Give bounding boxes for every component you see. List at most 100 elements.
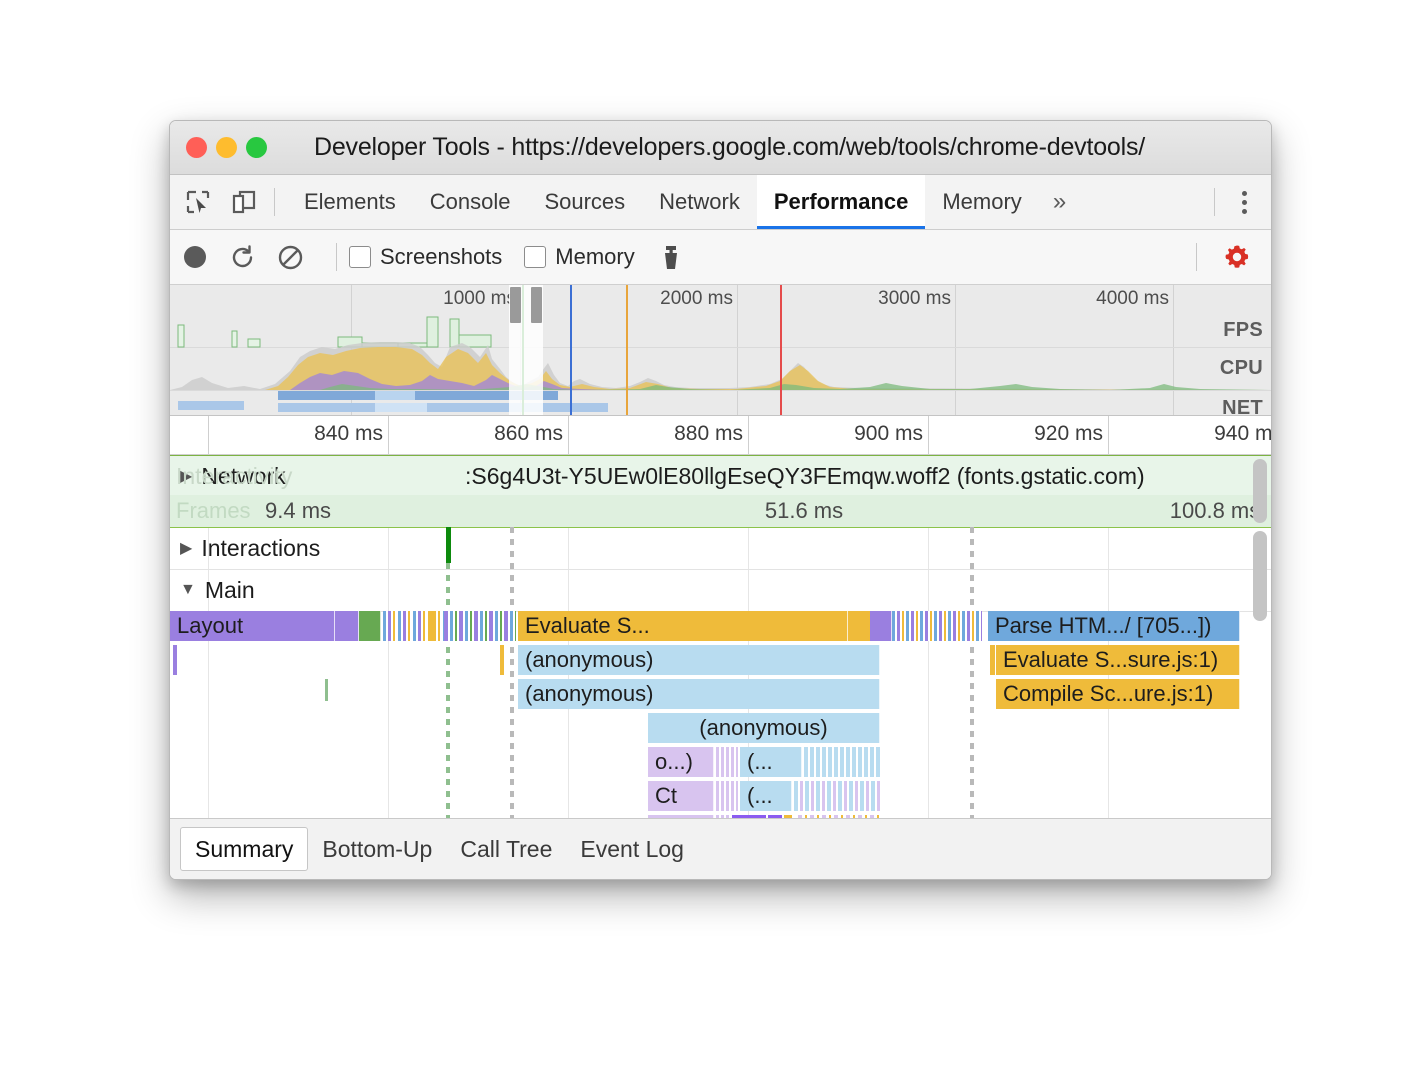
ruler-tick-label: 840 ms [314,422,383,446]
overview-selection-handle-left[interactable] [510,287,521,323]
interactions-group-header[interactable]: ▶ Interactions [170,527,1271,569]
tab-label: Console [430,189,511,215]
flame-bar-cluster[interactable] [444,611,516,641]
frame-cell[interactable]: Frames 9.4 ms [170,495,344,527]
flame-bar[interactable]: (... [740,747,802,777]
flame-bar[interactable] [990,645,995,675]
checkbox-box[interactable] [524,246,546,268]
frame-cell[interactable]: 51.6 ms [588,495,1022,527]
tab-performance[interactable]: Performance [757,175,926,229]
tab-label: Event Log [580,836,684,863]
ruler-tick: 840 ms [208,416,389,454]
frames-group-label: Frames [176,498,251,524]
timeline-tracks[interactable]: Interactivity ▶ Network :S6g4U3t-Y5UEw0l… [170,455,1271,845]
vertical-scrollbar-tracks[interactable] [1253,531,1267,621]
flame-bar[interactable]: (... [740,781,792,811]
track-main[interactable]: ▼ Main [170,569,1271,612]
flame-bar[interactable] [325,679,328,701]
track-frames[interactable]: Frames 9.4 ms 51.6 ms 100.8 ms [170,495,1271,528]
main-group-header[interactable]: ▼ Main [170,569,1271,611]
frame-duration: 9.4 ms [265,498,331,524]
tab-event-log[interactable]: Event Log [566,828,698,870]
panel-tabs: Elements Console Sources Network Perform… [287,175,1080,229]
tab-sources[interactable]: Sources [527,175,642,229]
tabbar-right-group [1202,184,1271,220]
flame-bar[interactable]: Ct [648,781,714,811]
event-marker-green [446,527,451,563]
chevron-right-icon[interactable]: ▶ [180,538,192,558]
ruler-tick: 940 ms [1108,416,1271,454]
flame-bar[interactable]: Evaluate S... [518,611,848,641]
checkbox-box[interactable] [349,246,371,268]
ruler-tick-label: 940 ms [1214,422,1271,446]
device-toolbar-icon[interactable] [226,184,262,220]
flame-bar[interactable] [173,645,177,675]
tab-elements[interactable]: Elements [287,175,413,229]
flame-bar[interactable]: Compile Sc...ure.js:1) [996,679,1240,709]
overview-selection-handle-right[interactable] [531,287,542,323]
lane-label-fps: FPS [1223,319,1263,342]
devtools-tabbar: Elements Console Sources Network Perform… [170,175,1271,230]
tab-label: Elements [304,189,396,215]
ruler-tick-label: 860 ms [494,422,563,446]
chevron-down-icon[interactable]: ▼ [180,581,196,599]
timeline-overview[interactable]: 1000 ms 2000 ms 3000 ms 4000 ms 5000 ms [170,285,1271,416]
screenshots-checkbox[interactable]: Screenshots [349,244,502,270]
tab-bottom-up[interactable]: Bottom-Up [308,828,446,870]
lane-label-cpu: CPU [1220,357,1263,380]
capture-settings-gear-icon[interactable] [1219,239,1255,275]
track-interactions[interactable]: ▶ Interactions [170,527,1271,570]
ruler-tick: 860 ms [388,416,569,454]
flame-bar[interactable]: o...) [648,747,714,777]
track-network[interactable]: Interactivity ▶ Network :S6g4U3t-Y5UEw0l… [170,455,1271,497]
flame-bar[interactable] [870,611,892,641]
flame-bar-cluster[interactable] [794,781,880,811]
flame-bar-cluster[interactable] [716,747,738,777]
ruler-tick: 920 ms [928,416,1109,454]
more-options-icon[interactable] [1227,184,1261,220]
flame-bar[interactable] [428,611,436,641]
screenshot-root: Developer Tools - https://developers.goo… [0,0,1419,1065]
ruler-tick-label: 880 ms [674,422,743,446]
screenshots-label: Screenshots [380,244,502,270]
vertical-scrollbar-overview[interactable] [1253,459,1267,523]
flame-bar[interactable]: (anonymous) [518,645,880,675]
main-flame-chart[interactable]: Layout Evaluate S... Parse HTM.../ [705.… [170,611,1271,845]
frame-cell[interactable]: 100.8 ms [1020,495,1271,527]
tab-call-tree[interactable]: Call Tree [446,828,566,870]
frame-duration: 51.6 ms [765,498,843,524]
clear-recording-icon[interactable] [276,243,304,271]
tab-label: Bottom-Up [322,836,432,863]
flame-bar[interactable]: Evaluate S...sure.js:1) [996,645,1240,675]
flame-bar[interactable]: Layout [170,611,335,641]
flame-bar-cluster[interactable] [892,611,982,641]
reload-and-record-icon[interactable] [228,243,256,271]
memory-checkbox[interactable]: Memory [524,244,634,270]
flame-bar-cluster[interactable] [716,781,738,811]
record-button[interactable] [184,246,206,268]
overview-marker-load [570,285,572,415]
tab-memory[interactable]: Memory [925,175,1038,229]
flame-bar[interactable]: (anonymous) [648,713,880,743]
frame-cell[interactable] [342,495,482,527]
flame-bar[interactable] [848,611,870,641]
more-tabs-chevron-icon[interactable]: » [1039,175,1080,229]
ruler-tick: 880 ms [568,416,749,454]
frame-cell[interactable] [480,495,590,527]
flame-bar[interactable] [500,645,504,675]
flame-bar[interactable] [359,611,381,641]
flame-bar-cluster[interactable] [804,747,880,777]
timeline-ruler: 840 ms 860 ms 880 ms 900 ms 920 ms 940 m… [170,416,1271,455]
tab-network[interactable]: Network [642,175,757,229]
overview-marker-onload [780,285,782,415]
collect-garbage-icon[interactable] [657,243,685,271]
flame-bar[interactable]: Parse HTM.../ [705...]) [988,611,1240,641]
details-tabbar: Summary Bottom-Up Call Tree Event Log [170,818,1271,879]
tab-console[interactable]: Console [413,175,528,229]
flame-bar[interactable]: (anonymous) [518,679,880,709]
inspect-element-icon[interactable] [180,184,216,220]
tab-summary[interactable]: Summary [180,827,308,871]
flame-bar[interactable] [335,611,359,641]
overview-graphs [170,285,1271,415]
frame-duration: 100.8 ms [1170,498,1261,524]
